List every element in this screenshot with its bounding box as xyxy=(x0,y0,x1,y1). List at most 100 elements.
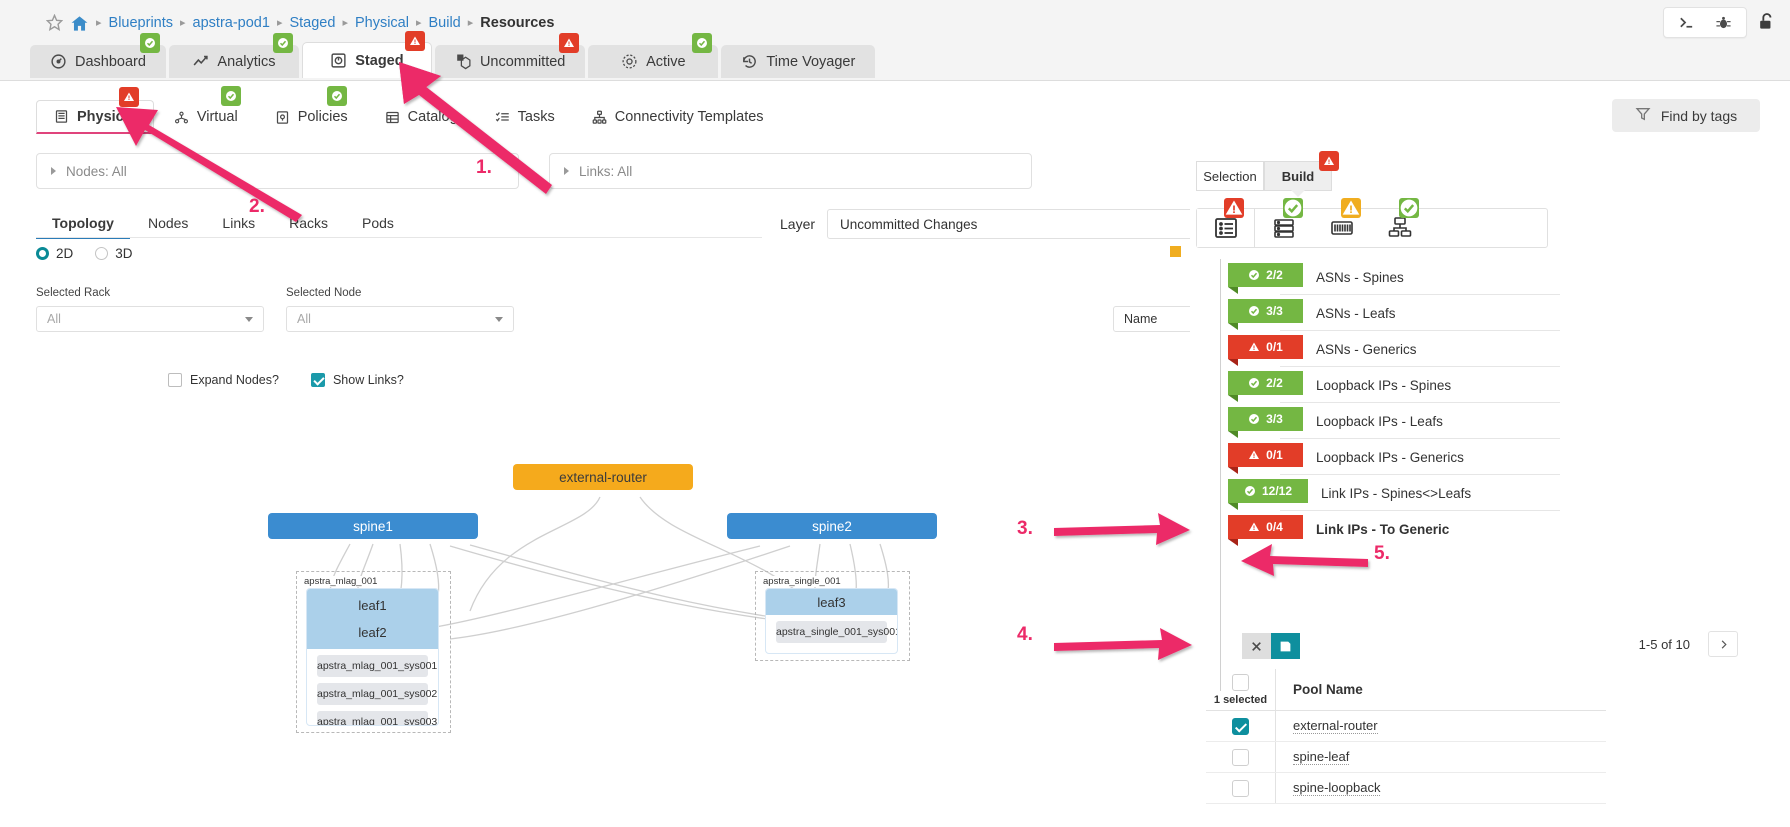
topology-node-server[interactable]: apstra_mlag_001_sys001 xyxy=(317,655,437,677)
topology-node-leaf1[interactable]: leaf1 xyxy=(358,592,386,619)
panel-tab-selection[interactable]: Selection xyxy=(1196,161,1264,191)
subtab-label: Connectivity Templates xyxy=(614,109,764,125)
table-row[interactable]: spine-loopback xyxy=(1206,773,1606,804)
nodes-filter-label: Nodes: All xyxy=(66,163,127,179)
breadcrumb-item-apstra-pod1[interactable]: apstra-pod1 xyxy=(193,15,270,31)
resource-row-loopback-generics[interactable]: 0/1 Loopback IPs - Generics xyxy=(1228,439,1790,475)
resource-row-asns-spines[interactable]: 2/2 ASNs - Spines xyxy=(1228,259,1790,295)
panel-tab-build[interactable]: Build xyxy=(1264,151,1339,197)
tab-staged[interactable]: Staged xyxy=(301,31,432,78)
topology-node-server[interactable]: apstra_mlag_001_sys002 xyxy=(317,683,437,705)
breadcrumb-sep: ▸ xyxy=(467,17,474,29)
nodes-filter[interactable]: Nodes: All xyxy=(36,153,519,189)
chevron-right-icon xyxy=(564,167,569,175)
radio-2d[interactable]: 2D xyxy=(36,246,73,261)
links-filter-label: Links: All xyxy=(579,163,633,179)
find-by-tags-button[interactable]: Find by tags xyxy=(1612,99,1760,132)
pool-name-link[interactable]: spine-loopback xyxy=(1293,780,1381,796)
subtab-label: Tasks xyxy=(517,109,555,125)
select-all-checkbox[interactable] xyxy=(1232,673,1249,691)
breadcrumb-item-staged[interactable]: Staged xyxy=(289,15,335,31)
next-page-button[interactable] xyxy=(1708,631,1738,657)
breadcrumb-item-blueprints[interactable]: Blueprints xyxy=(109,15,173,31)
subtab-physical[interactable]: Physical xyxy=(36,87,154,134)
terminal-icon[interactable] xyxy=(1678,14,1695,31)
view-tab-nodes[interactable]: Nodes xyxy=(132,209,204,239)
resource-row-loopback-spines[interactable]: 2/2 Loopback IPs - Spines xyxy=(1228,367,1790,403)
topology-node-leaf2[interactable]: leaf2 xyxy=(358,619,386,646)
pool-name-link[interactable]: external-router xyxy=(1293,718,1378,734)
favorite-star-icon[interactable] xyxy=(45,13,64,32)
resource-count-badge: 0/4 xyxy=(1228,515,1303,546)
subtab-tasks[interactable]: Tasks xyxy=(478,100,572,134)
view-tab-pods[interactable]: Pods xyxy=(346,209,410,239)
pool-name-cell: spine-leaf xyxy=(1276,742,1606,772)
resource-name: Loopback IPs - Generics xyxy=(1316,449,1464,465)
topology-node-server[interactable]: apstra_single_001_sys001 xyxy=(776,621,897,643)
resource-row-loopback-leafs[interactable]: 3/3 Loopback IPs - Leafs xyxy=(1228,403,1790,439)
top-utility-box xyxy=(1663,7,1747,38)
tab-dashboard[interactable]: Dashboard xyxy=(30,33,166,78)
top-right-actions xyxy=(1663,7,1776,38)
status-badge-ok xyxy=(326,86,347,106)
radio-3d[interactable]: 3D xyxy=(95,246,133,261)
resource-count-badge: 3/3 xyxy=(1228,299,1303,330)
topology-node-leaf3[interactable]: leaf3 xyxy=(817,589,845,616)
home-icon[interactable] xyxy=(70,14,89,32)
topology-node-spine2[interactable]: spine2 xyxy=(727,513,937,539)
save-icon xyxy=(1280,641,1291,651)
topology-node-external-router[interactable]: external-router xyxy=(513,464,693,490)
category-resources[interactable] xyxy=(1197,198,1255,247)
breadcrumb-item-physical[interactable]: Physical xyxy=(355,15,409,31)
tab-label: Uncommitted xyxy=(479,53,566,70)
build-panel-tabs: Selection Build xyxy=(1196,151,1339,197)
rack-label: apstra_mlag_001 xyxy=(302,576,380,587)
tab-time-voyager[interactable]: Time Voyager xyxy=(721,45,876,78)
subtab-virtual[interactable]: Virtual xyxy=(157,86,255,134)
catalog-icon xyxy=(385,110,400,125)
view-tab-racks[interactable]: Racks xyxy=(273,209,344,239)
resource-row-asns-generics[interactable]: 0/1 ASNs - Generics xyxy=(1228,331,1790,367)
resource-row-link-ips-spines-leafs[interactable]: 12/12 Link IPs - Spines<>Leafs xyxy=(1228,475,1790,511)
unlock-icon[interactable] xyxy=(1757,12,1776,33)
subtab-policies[interactable]: Policies xyxy=(258,86,365,134)
resource-row-link-ips-to-generic[interactable]: 0/4 Link IPs - To Generic xyxy=(1228,511,1790,547)
resource-row-asns-leafs[interactable]: 3/3 ASNs - Leafs xyxy=(1228,295,1790,331)
row-checkbox[interactable] xyxy=(1232,748,1249,766)
rack-label: apstra_single_001 xyxy=(761,576,843,587)
table-row[interactable]: external-router xyxy=(1206,711,1606,742)
layer-value: Uncommitted Changes xyxy=(840,216,978,232)
selected-rack-group: Selected Rack All xyxy=(36,287,264,332)
category-racks[interactable] xyxy=(1255,198,1313,247)
category-network[interactable] xyxy=(1371,198,1429,247)
selected-rack-value: All xyxy=(47,312,61,326)
breadcrumb-item-build[interactable]: Build xyxy=(429,15,461,31)
row-checkbox-checked[interactable] xyxy=(1232,717,1249,735)
category-devices[interactable] xyxy=(1313,198,1371,247)
subtab-label: Physical xyxy=(77,108,136,125)
links-filter[interactable]: Links: All xyxy=(549,153,1032,189)
tab-label: Active xyxy=(646,53,686,70)
view-tab-topology[interactable]: Topology xyxy=(36,209,130,239)
selected-node-select[interactable]: All xyxy=(286,306,514,332)
subtab-catalog[interactable]: Catalog xyxy=(368,100,475,134)
tab-analytics[interactable]: Analytics xyxy=(168,33,299,78)
row-checkbox[interactable] xyxy=(1232,779,1249,797)
bug-icon[interactable] xyxy=(1715,14,1732,31)
topology-node-spine1[interactable]: spine1 xyxy=(268,513,478,539)
topology-node-server[interactable]: apstra_mlag_001_sys003 xyxy=(317,711,437,725)
subtab-connectivity-templates[interactable]: Connectivity Templates xyxy=(575,100,781,134)
tab-uncommitted[interactable]: Uncommitted xyxy=(434,33,586,78)
cancel-button[interactable] xyxy=(1242,633,1271,659)
pool-name-link[interactable]: spine-leaf xyxy=(1293,749,1350,765)
server-rack-icon xyxy=(54,109,69,124)
save-button[interactable] xyxy=(1271,633,1300,659)
panel-tab-label: Build xyxy=(1281,168,1315,184)
subtab-label: Policies xyxy=(297,109,348,125)
view-tab-links[interactable]: Links xyxy=(206,209,271,239)
selected-rack-select[interactable]: All xyxy=(36,306,264,332)
resource-count: 2/2 xyxy=(1266,268,1283,282)
tab-active[interactable]: Active xyxy=(588,33,719,78)
tab-label: Analytics xyxy=(217,53,276,70)
table-row[interactable]: spine-leaf xyxy=(1206,742,1606,773)
